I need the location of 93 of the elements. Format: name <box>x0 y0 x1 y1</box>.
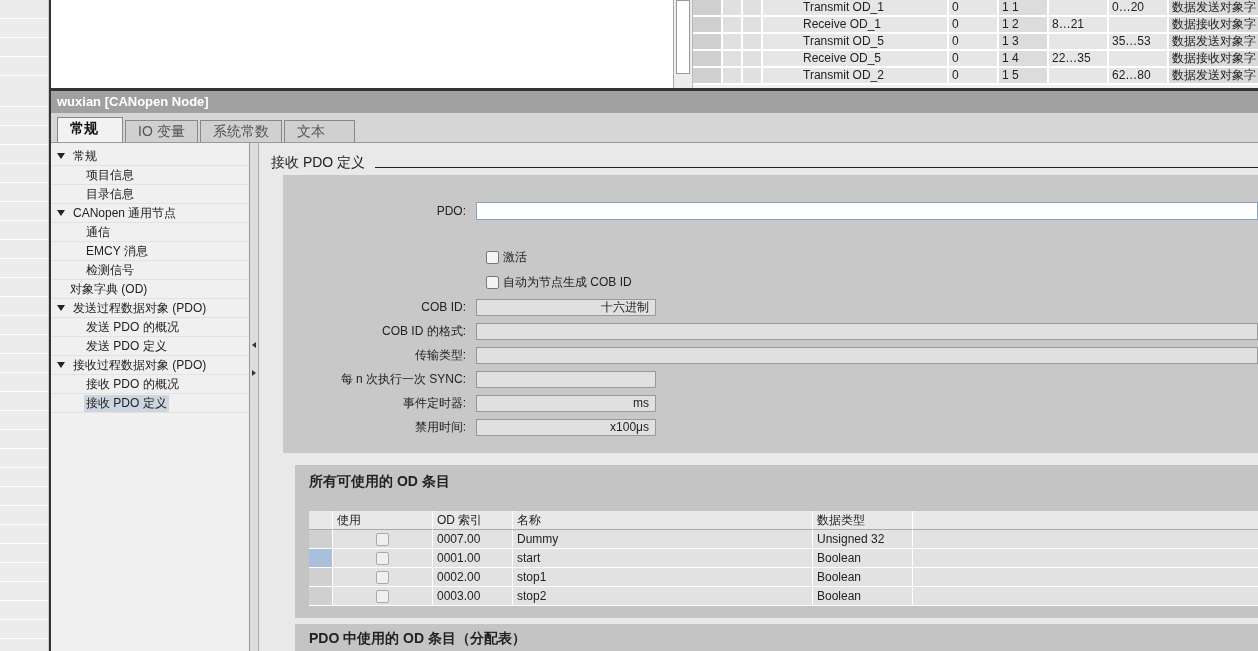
tab[interactable]: 文本 <box>283 120 355 142</box>
input-field[interactable]: ms <box>476 394 656 412</box>
table-cell: Transmit OD_1 <box>763 0 949 15</box>
tree-item[interactable]: 接收 PDO 定义 <box>84 394 169 412</box>
section-title: 接收 PDO 定义 <box>271 154 366 172</box>
checkbox[interactable] <box>376 551 389 565</box>
collapse-left-icon[interactable] <box>252 341 256 348</box>
pdo-field[interactable] <box>476 202 1258 220</box>
table-cell: 0007.00 <box>433 530 513 549</box>
collapse-triangle-icon[interactable] <box>57 362 65 368</box>
tree-item[interactable]: 接收过程数据对象 (PDO) <box>71 356 209 374</box>
row-header[interactable] <box>309 530 333 549</box>
field-label: COB ID: <box>420 300 467 314</box>
table-cell: stop1 <box>513 568 813 587</box>
checkbox[interactable] <box>376 589 389 603</box>
table-cell: 22…35 <box>1049 51 1109 66</box>
expand-right-icon[interactable] <box>252 369 256 376</box>
row-header[interactable] <box>309 587 333 606</box>
tab[interactable]: 系统常数 <box>199 120 282 142</box>
row-header[interactable] <box>693 68 723 83</box>
tree-item[interactable]: 接收 PDO 的概况 <box>84 375 181 393</box>
tree-item[interactable]: EMCY 消息 <box>84 242 150 260</box>
input-field[interactable] <box>476 322 1258 340</box>
tree-item[interactable]: 检测信号 <box>84 261 136 279</box>
section-title: 所有可使用的 OD 条目 <box>309 472 450 491</box>
column-header[interactable]: OD 索引 <box>433 511 513 530</box>
checkbox[interactable] <box>376 570 389 584</box>
tab[interactable]: IO 变量 <box>125 120 198 142</box>
table-cell: start <box>513 549 813 568</box>
tree-item[interactable]: 项目信息 <box>84 166 136 184</box>
tree-item[interactable]: 对象字典 (OD) <box>68 280 150 298</box>
field-label: 每 n 次执行一次 SYNC: <box>339 370 467 388</box>
field-label: 传输类型: <box>413 346 467 364</box>
field-label: PDO: <box>435 204 467 218</box>
table-cell: Transmit OD_2 <box>763 68 949 83</box>
section-title: PDO 中使用的 OD 条目（分配表） <box>295 624 1258 651</box>
table-cell: 0001.00 <box>433 549 513 568</box>
tree-item[interactable]: 通信 <box>84 223 112 241</box>
table-cell: 0002.00 <box>433 568 513 587</box>
tree-item[interactable]: 常规 <box>71 147 99 165</box>
row-header[interactable] <box>693 17 723 32</box>
table-cell: 8…21 <box>1049 17 1109 32</box>
checkbox-label[interactable]: 激活 <box>503 249 527 266</box>
checkbox[interactable] <box>376 532 389 546</box>
table-cell: Unsigned 32 <box>813 530 913 549</box>
table-cell: Transmit OD_5 <box>763 34 949 49</box>
table-cell: 数据发送对象字 <box>1169 34 1258 49</box>
checkbox[interactable] <box>486 251 499 264</box>
field-label: 禁用时间: <box>413 418 467 436</box>
table-cell: Receive OD_5 <box>763 51 949 66</box>
table-cell: Boolean <box>813 587 913 606</box>
field-label: 事件定时器: <box>401 394 467 412</box>
table-cell: 1 5 <box>999 68 1049 83</box>
table-cell: 1 1 <box>999 0 1049 15</box>
tree-item[interactable]: 目录信息 <box>84 185 136 203</box>
column-header[interactable]: 名称 <box>513 511 813 530</box>
row-header[interactable] <box>693 0 723 15</box>
tree-item[interactable]: CANopen 通用节点 <box>71 204 179 222</box>
window-title: wuxian [CANopen Node] <box>51 91 1258 113</box>
input-field[interactable]: x100μs <box>476 418 656 436</box>
table-cell: Dummy <box>513 530 813 549</box>
input-field[interactable] <box>476 346 1258 364</box>
row-header[interactable] <box>309 568 333 587</box>
tab[interactable]: 常规 <box>57 117 123 142</box>
tree-item[interactable]: 发送 PDO 定义 <box>84 337 169 355</box>
table-cell: 数据发送对象字 <box>1169 68 1258 83</box>
column-header[interactable]: 数据类型 <box>813 511 913 530</box>
table-cell: Boolean <box>813 568 913 587</box>
input-field[interactable] <box>476 370 656 388</box>
table-cell: 1 3 <box>999 34 1049 49</box>
checkbox[interactable] <box>486 276 499 289</box>
scrollbar[interactable] <box>674 0 693 88</box>
table-cell: 1 4 <box>999 51 1049 66</box>
table-cell: 数据接收对象字 <box>1169 17 1258 32</box>
collapse-triangle-icon[interactable] <box>57 305 65 311</box>
collapse-triangle-icon[interactable] <box>57 210 65 216</box>
table-cell: stop2 <box>513 587 813 606</box>
collapse-triangle-icon[interactable] <box>57 153 65 159</box>
tree-item[interactable]: 发送 PDO 的概况 <box>84 318 181 336</box>
row-header[interactable] <box>693 51 723 66</box>
row-header[interactable] <box>309 549 333 568</box>
row-header[interactable] <box>693 34 723 49</box>
table-cell: 0003.00 <box>433 587 513 606</box>
input-field[interactable]: 十六进制 <box>476 298 656 316</box>
table-cell: 1 2 <box>999 17 1049 32</box>
table-cell: 数据接收对象字 <box>1169 51 1258 66</box>
column-header[interactable]: 使用 <box>333 511 433 530</box>
table-cell: Boolean <box>813 549 913 568</box>
field-label: COB ID 的格式: <box>381 322 467 340</box>
table-cell: 数据发送对象字 <box>1169 0 1258 15</box>
checkbox-label[interactable]: 自动为节点生成 COB ID <box>503 274 632 291</box>
tree-item[interactable]: 发送过程数据对象 (PDO) <box>71 299 209 317</box>
table-cell: Receive OD_1 <box>763 17 949 32</box>
